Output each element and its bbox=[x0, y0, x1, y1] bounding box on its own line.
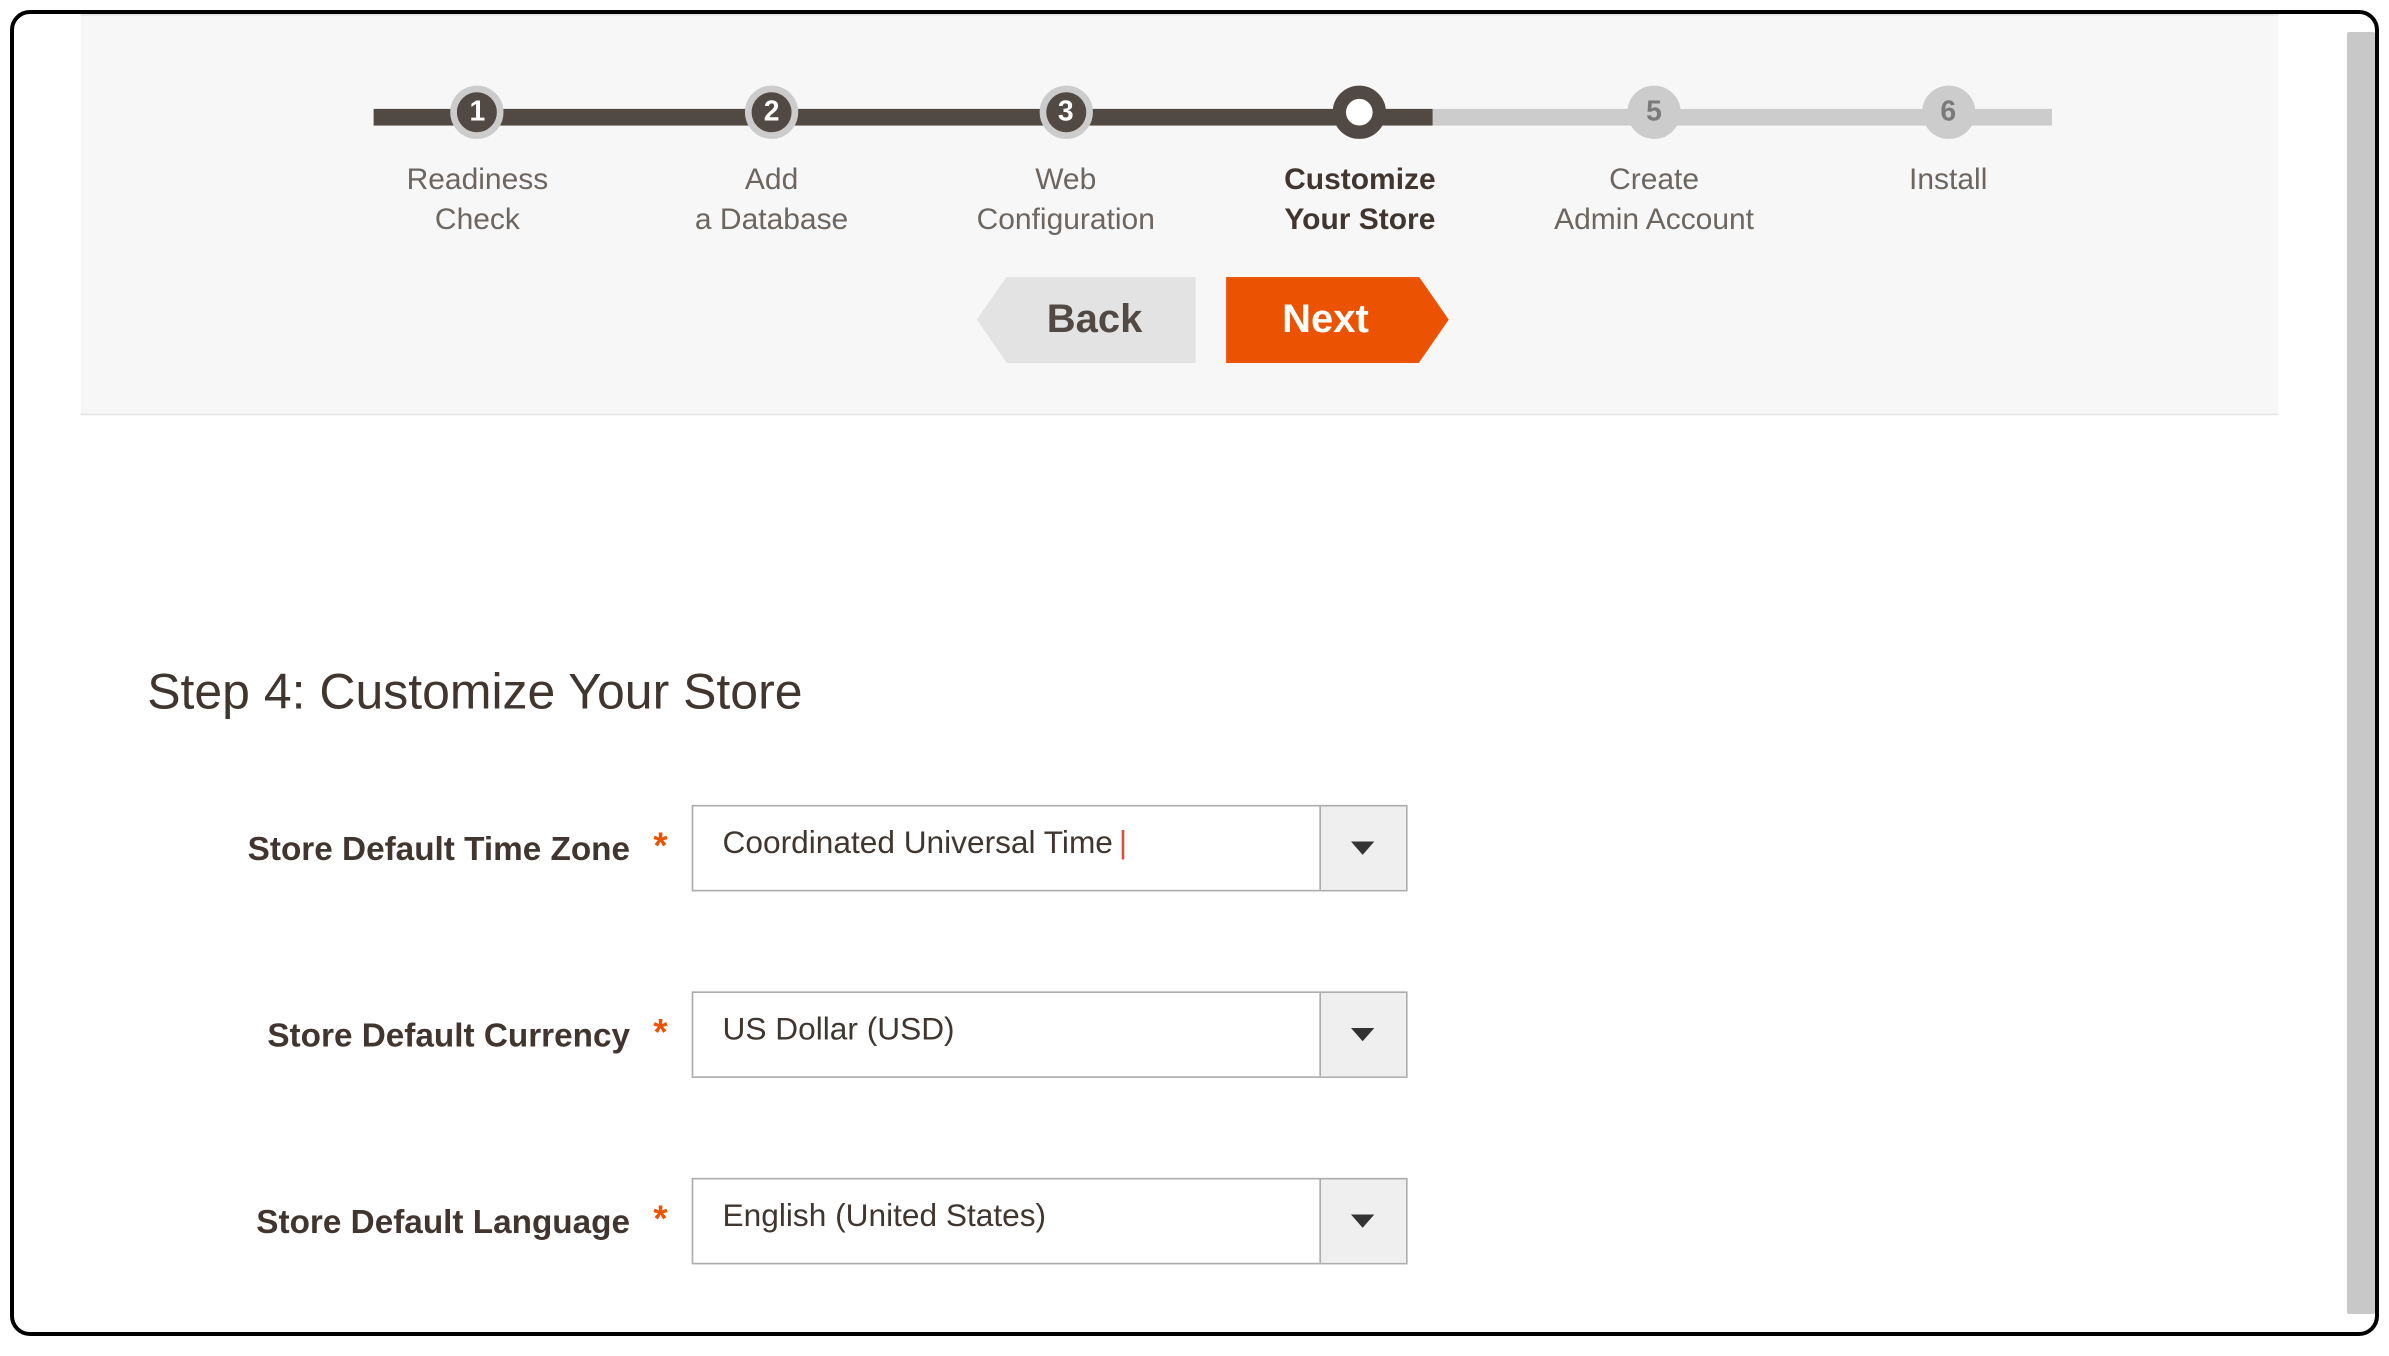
timezone-label: Store Default Time Zone bbox=[147, 804, 647, 874]
step-web-configuration[interactable]: 3 Web Configuration bbox=[919, 86, 1213, 240]
step-install[interactable]: 6 Install bbox=[1801, 86, 2095, 200]
chevron-down-icon bbox=[1351, 841, 1374, 854]
currency-selected-value: US Dollar (USD) bbox=[693, 992, 1319, 1075]
currency-dropdown-button[interactable] bbox=[1319, 992, 1406, 1075]
content-area: 1 Readiness Check 2 Add a Database 3 Web… bbox=[14, 14, 2345, 1264]
timezone-selected-value: Coordinated Universal Time | bbox=[693, 806, 1319, 889]
step-label: Customize Your Store bbox=[1284, 159, 1436, 240]
chevron-down-icon bbox=[1351, 1214, 1374, 1227]
wizard-header: 1 Readiness Check 2 Add a Database 3 Web… bbox=[81, 14, 2279, 415]
timezone-select[interactable]: Coordinated Universal Time | bbox=[691, 804, 1407, 891]
step-customize-store[interactable]: Customize Your Store bbox=[1213, 86, 1507, 240]
step-circle-icon bbox=[1333, 86, 1386, 139]
required-indicator-icon: * bbox=[647, 1177, 691, 1240]
language-selected-value: English (United States) bbox=[693, 1179, 1319, 1262]
currency-select[interactable]: US Dollar (USD) bbox=[691, 991, 1407, 1078]
step-label: Web Configuration bbox=[977, 159, 1155, 240]
app-frame: 1 Readiness Check 2 Add a Database 3 Web… bbox=[10, 10, 2379, 1336]
step-label: Add a Database bbox=[695, 159, 848, 240]
language-label: Store Default Language bbox=[147, 1177, 647, 1247]
field-language: Store Default Language * English (United… bbox=[147, 1177, 2278, 1264]
required-indicator-icon: * bbox=[647, 991, 691, 1054]
progress-stepper: 1 Readiness Check 2 Add a Database 3 Web… bbox=[330, 86, 2095, 277]
page-title: Step 4: Customize Your Store bbox=[147, 664, 2278, 721]
step-create-admin[interactable]: 5 Create Admin Account bbox=[1507, 86, 1801, 240]
currency-label: Store Default Currency bbox=[147, 991, 647, 1061]
back-button[interactable]: Back bbox=[977, 276, 1196, 363]
next-button[interactable]: Next bbox=[1226, 276, 1449, 363]
step-circle-icon: 5 bbox=[1627, 86, 1680, 139]
timezone-dropdown-button[interactable] bbox=[1319, 806, 1406, 889]
required-indicator-icon: * bbox=[647, 804, 691, 867]
language-dropdown-button[interactable] bbox=[1319, 1179, 1406, 1262]
step-circle-icon: 6 bbox=[1922, 86, 1975, 139]
step-label: Readiness Check bbox=[407, 159, 549, 240]
step-circle-icon: 2 bbox=[745, 86, 798, 139]
step-label: Install bbox=[1909, 159, 1987, 199]
chevron-down-icon bbox=[1351, 1027, 1374, 1040]
nav-buttons: Back Next bbox=[147, 276, 2278, 413]
language-select[interactable]: English (United States) bbox=[691, 1177, 1407, 1264]
step-add-database[interactable]: 2 Add a Database bbox=[625, 86, 919, 240]
step-readiness-check[interactable]: 1 Readiness Check bbox=[330, 86, 624, 240]
field-timezone: Store Default Time Zone * Coordinated Un… bbox=[147, 804, 2278, 891]
field-currency: Store Default Currency * US Dollar (USD) bbox=[147, 991, 2278, 1078]
step-circle-icon: 3 bbox=[1039, 86, 1092, 139]
step-label: Create Admin Account bbox=[1554, 159, 1754, 240]
step-circle-icon: 1 bbox=[451, 86, 504, 139]
vertical-scrollbar[interactable] bbox=[2347, 32, 2375, 1314]
